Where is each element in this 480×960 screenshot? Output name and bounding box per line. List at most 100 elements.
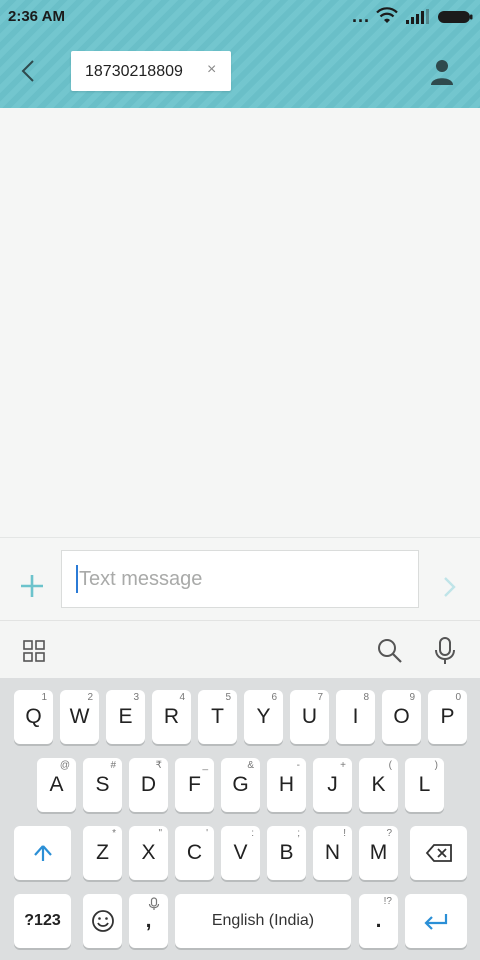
key-label: Z — [96, 841, 109, 864]
key-label: F — [188, 773, 201, 796]
remove-recipient-icon[interactable]: × — [207, 61, 216, 79]
key-l[interactable]: L) — [405, 758, 444, 812]
grid-icon[interactable] — [22, 639, 46, 663]
key-hint: ) — [434, 760, 438, 771]
key-hint: ; — [297, 828, 300, 839]
key-x[interactable]: X " — [129, 826, 168, 880]
text-message-placeholder: Text message — [79, 568, 203, 590]
key-y[interactable]: Y6 — [244, 690, 283, 744]
symbols-key[interactable]: ?123 — [14, 894, 71, 948]
key-a[interactable]: A @ — [37, 758, 76, 812]
key-label: S — [95, 773, 110, 796]
key-label: W — [69, 705, 90, 728]
key-hint: " — [158, 828, 162, 839]
key-m[interactable]: M? — [359, 826, 398, 880]
conversation-area — [0, 108, 480, 537]
key-label: Q — [25, 705, 42, 728]
key-n[interactable]: N! — [313, 826, 352, 880]
key-hint: ? — [386, 828, 392, 839]
key-h[interactable]: H- — [267, 758, 306, 812]
key-d[interactable]: D ₹ — [129, 758, 168, 812]
emoji-key[interactable] — [83, 894, 122, 948]
text-message-input[interactable]: Text message — [61, 550, 419, 608]
mic-icon[interactable] — [432, 636, 458, 666]
key-o[interactable]: O9 — [382, 690, 421, 744]
key-z[interactable]: Z * — [83, 826, 122, 880]
shift-key[interactable] — [14, 826, 71, 880]
key-hint: ₹ — [155, 760, 162, 771]
key-hint: * — [112, 828, 116, 839]
space-key[interactable]: English (India) — [175, 894, 351, 948]
key-r[interactable]: R4 — [152, 690, 191, 744]
key-label: O — [393, 705, 410, 728]
backspace-key[interactable] — [410, 826, 467, 880]
notification-dots: ... — [352, 6, 371, 26]
text-cursor — [76, 565, 78, 593]
keyboard: Q1 W2 E3 R4 T5 Y6 U7 I8 O9 P0 A @ S # D ₹ F… — [0, 678, 480, 960]
recipient-chip[interactable]: 18730218809 × — [71, 51, 231, 91]
key-label: T — [211, 705, 224, 728]
key-hint: ( — [388, 760, 392, 771]
key-s[interactable]: S # — [83, 758, 122, 812]
key-label: H — [278, 773, 295, 796]
compose-bar: Text message — [0, 537, 480, 620]
search-icon[interactable] — [376, 637, 404, 665]
key-j[interactable]: J + — [313, 758, 352, 812]
key-hint: : — [251, 828, 254, 839]
key-label: M — [369, 841, 388, 864]
key-u[interactable]: U7 — [290, 690, 329, 744]
send-icon[interactable] — [440, 574, 460, 600]
key-hint: 1 — [41, 692, 47, 703]
status-time: 2:36 AM — [8, 8, 65, 25]
key-b[interactable]: B; — [267, 826, 306, 880]
app-header: 2:36 AM ... 18730218809 × — [0, 0, 480, 108]
key-label: B — [279, 841, 294, 864]
key-hint: 2 — [87, 692, 93, 703]
key-label: V — [233, 841, 248, 864]
recipient-number: 18730218809 — [85, 63, 183, 80]
key-i[interactable]: I8 — [336, 690, 375, 744]
back-icon[interactable] — [14, 56, 44, 86]
plus-icon[interactable] — [18, 572, 46, 600]
key-v[interactable]: V: — [221, 826, 260, 880]
key-hint: & — [247, 760, 254, 771]
enter-icon — [424, 914, 448, 930]
key-label: K — [371, 773, 386, 796]
key-hint: # — [110, 760, 116, 771]
enter-key[interactable] — [405, 894, 467, 948]
key-w[interactable]: W2 — [60, 690, 99, 744]
period-key[interactable]: . !? — [359, 894, 398, 948]
key-label: N — [324, 841, 341, 864]
key-f[interactable]: F _ — [175, 758, 214, 812]
key-hint: @ — [59, 760, 70, 771]
key-label: ?123 — [24, 912, 61, 929]
key-hint: _ — [202, 760, 208, 771]
key-c[interactable]: C ' — [175, 826, 214, 880]
key-hint: + — [340, 760, 346, 771]
key-label: E — [118, 705, 133, 728]
key-hint: 9 — [409, 692, 415, 703]
keyboard-toolbar — [0, 620, 480, 678]
key-label: U — [301, 705, 318, 728]
status-bar: 2:36 AM ... — [0, 0, 480, 34]
key-hint: 7 — [317, 692, 323, 703]
comma-key[interactable]: , — [129, 894, 168, 948]
key-q[interactable]: Q1 — [14, 690, 53, 744]
key-g[interactable]: G & — [221, 758, 260, 812]
key-hint: 5 — [225, 692, 231, 703]
key-e[interactable]: E3 — [106, 690, 145, 744]
key-label: G — [232, 773, 249, 796]
key-label: I — [352, 705, 359, 728]
key-label: X — [141, 841, 156, 864]
person-icon[interactable] — [428, 58, 456, 86]
key-hint: 8 — [363, 692, 369, 703]
wifi-icon — [376, 7, 398, 23]
key-k[interactable]: K( — [359, 758, 398, 812]
emoji-icon — [91, 910, 114, 932]
key-p[interactable]: P0 — [428, 690, 467, 744]
key-label: P — [440, 705, 455, 728]
key-label: J — [327, 773, 338, 796]
key-t[interactable]: T5 — [198, 690, 237, 744]
backspace-icon — [425, 844, 452, 862]
key-hint: 6 — [271, 692, 277, 703]
